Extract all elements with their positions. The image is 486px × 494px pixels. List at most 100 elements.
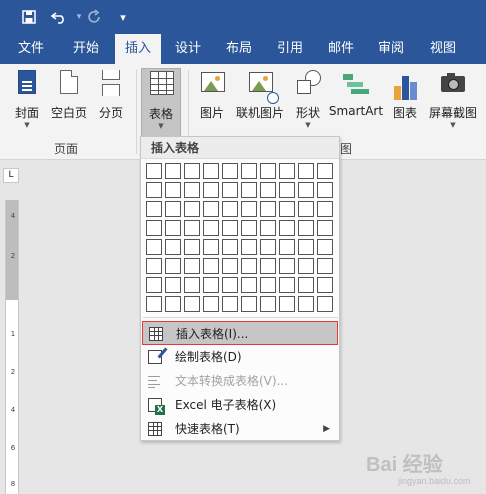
grid-cell[interactable] <box>203 239 219 255</box>
grid-cell[interactable] <box>184 277 200 293</box>
tab-insert[interactable]: 插入 <box>115 34 161 64</box>
grid-cell[interactable] <box>203 296 219 312</box>
quick-tables-item[interactable]: 快速表格(T) ▶ <box>142 417 338 441</box>
grid-cell[interactable] <box>184 220 200 236</box>
grid-cell[interactable] <box>298 201 314 217</box>
grid-cell[interactable] <box>184 239 200 255</box>
grid-cell[interactable] <box>165 182 181 198</box>
grid-cell[interactable] <box>279 258 295 274</box>
grid-cell[interactable] <box>146 220 162 236</box>
grid-cell[interactable] <box>279 201 295 217</box>
grid-cell[interactable] <box>222 296 238 312</box>
tab-home[interactable]: 开始 <box>62 34 110 64</box>
grid-cell[interactable] <box>260 182 276 198</box>
table-button[interactable]: 表格 ▼ <box>141 68 181 140</box>
grid-cell[interactable] <box>241 201 257 217</box>
grid-cell[interactable] <box>241 258 257 274</box>
grid-cell[interactable] <box>146 239 162 255</box>
vertical-ruler[interactable]: 4 2 1 2 4 6 8 <box>5 200 19 494</box>
grid-cell[interactable] <box>203 182 219 198</box>
convert-text-to-table-item[interactable]: 文本转换成表格(V)... <box>142 369 338 393</box>
grid-cell[interactable] <box>260 296 276 312</box>
save-icon[interactable] <box>18 6 40 28</box>
grid-cell[interactable] <box>279 182 295 198</box>
grid-cell[interactable] <box>222 182 238 198</box>
redo-icon[interactable] <box>84 6 106 28</box>
grid-cell[interactable] <box>165 220 181 236</box>
grid-cell[interactable] <box>146 182 162 198</box>
grid-cell[interactable] <box>317 182 333 198</box>
excel-spreadsheet-item[interactable]: Excel 电子表格(X) <box>142 393 338 417</box>
grid-cell[interactable] <box>165 163 181 179</box>
grid-cell[interactable] <box>222 277 238 293</box>
grid-cell[interactable] <box>298 182 314 198</box>
grid-cell[interactable] <box>298 258 314 274</box>
grid-cell[interactable] <box>317 277 333 293</box>
grid-cell[interactable] <box>222 201 238 217</box>
tab-view[interactable]: 视图 <box>420 34 466 64</box>
grid-cell[interactable] <box>203 277 219 293</box>
grid-cell[interactable] <box>165 277 181 293</box>
grid-cell[interactable] <box>165 201 181 217</box>
grid-cell[interactable] <box>165 239 181 255</box>
blank-page-button[interactable]: 空白页 <box>48 68 90 134</box>
grid-cell[interactable] <box>222 258 238 274</box>
grid-cell[interactable] <box>241 239 257 255</box>
grid-cell[interactable] <box>260 163 276 179</box>
screenshot-button[interactable]: 屏幕截图 ▼ <box>426 68 480 134</box>
grid-cell[interactable] <box>184 182 200 198</box>
grid-cell[interactable] <box>279 239 295 255</box>
grid-cell[interactable] <box>146 258 162 274</box>
cover-page-button[interactable]: 封面 ▼ <box>8 68 46 134</box>
grid-cell[interactable] <box>165 296 181 312</box>
grid-cell[interactable] <box>222 163 238 179</box>
grid-cell[interactable] <box>260 201 276 217</box>
grid-cell[interactable] <box>184 201 200 217</box>
tab-layout[interactable]: 布局 <box>216 34 262 64</box>
grid-cell[interactable] <box>241 220 257 236</box>
grid-cell[interactable] <box>279 277 295 293</box>
draw-table-item[interactable]: 绘制表格(D) <box>142 345 338 369</box>
tab-design[interactable]: 设计 <box>166 34 210 64</box>
grid-cell[interactable] <box>203 220 219 236</box>
grid-cell[interactable] <box>260 277 276 293</box>
pictures-button[interactable]: 图片 <box>194 68 230 134</box>
online-pictures-button[interactable]: 联机图片 <box>233 68 287 134</box>
grid-cell[interactable] <box>279 296 295 312</box>
grid-cell[interactable] <box>184 163 200 179</box>
grid-cell[interactable] <box>317 296 333 312</box>
tab-file[interactable]: 文件 <box>8 34 54 64</box>
grid-cell[interactable] <box>146 296 162 312</box>
grid-cell[interactable] <box>222 239 238 255</box>
page-break-button[interactable]: 分页 <box>92 68 130 134</box>
grid-cell[interactable] <box>317 163 333 179</box>
grid-cell[interactable] <box>203 163 219 179</box>
grid-cell[interactable] <box>146 277 162 293</box>
grid-cell[interactable] <box>317 258 333 274</box>
undo-icon[interactable] <box>48 6 70 28</box>
tab-selector[interactable]: L <box>3 168 19 183</box>
grid-cell[interactable] <box>260 239 276 255</box>
grid-cell[interactable] <box>184 258 200 274</box>
grid-cell[interactable] <box>165 258 181 274</box>
grid-cell[interactable] <box>241 296 257 312</box>
smartart-button[interactable]: SmartArt <box>328 68 384 134</box>
tab-mailings[interactable]: 邮件 <box>318 34 364 64</box>
tab-references[interactable]: 引用 <box>268 34 312 64</box>
grid-cell[interactable] <box>203 258 219 274</box>
grid-cell[interactable] <box>203 201 219 217</box>
customize-toolbar-icon[interactable]: ▾ <box>112 6 134 28</box>
grid-cell[interactable] <box>260 258 276 274</box>
grid-cell[interactable] <box>317 239 333 255</box>
grid-cell[interactable] <box>241 163 257 179</box>
grid-cell[interactable] <box>298 277 314 293</box>
grid-cell[interactable] <box>184 296 200 312</box>
grid-cell[interactable] <box>222 220 238 236</box>
grid-cell[interactable] <box>146 201 162 217</box>
grid-cell[interactable] <box>317 220 333 236</box>
grid-cell[interactable] <box>260 220 276 236</box>
grid-cell[interactable] <box>298 163 314 179</box>
grid-cell[interactable] <box>279 220 295 236</box>
grid-cell[interactable] <box>298 296 314 312</box>
grid-cell[interactable] <box>279 163 295 179</box>
